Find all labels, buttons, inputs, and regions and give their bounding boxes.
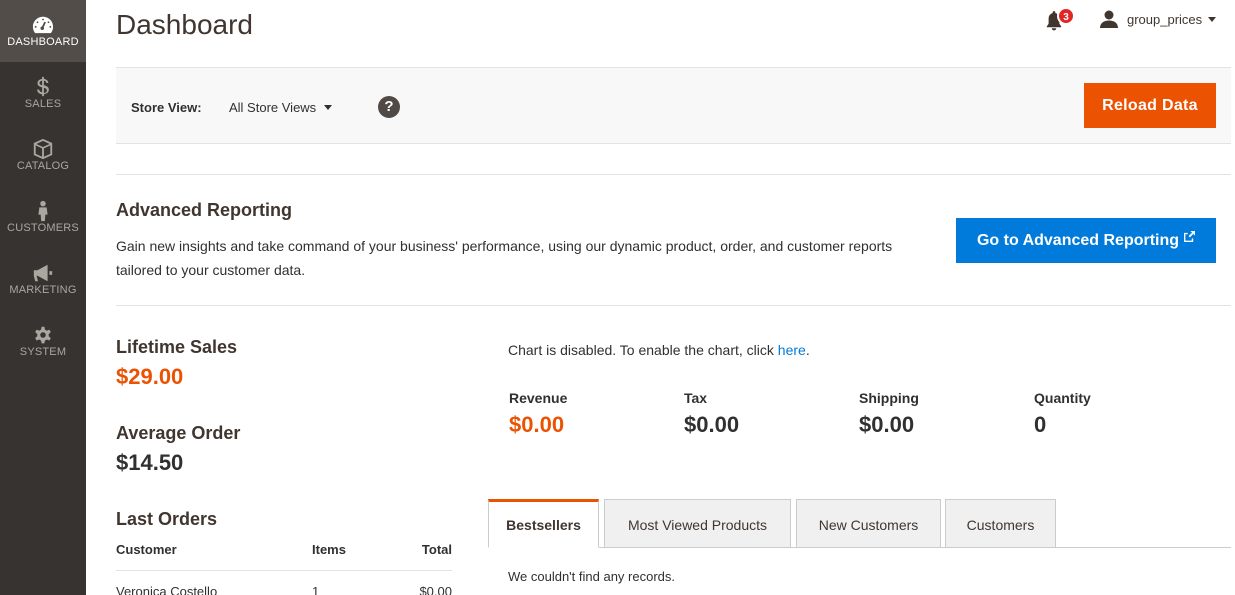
user-menu[interactable]: group_prices	[1099, 9, 1217, 29]
store-view-selected: All Store Views	[229, 100, 317, 115]
advanced-reporting-description: Gain new insights and take command of yo…	[116, 238, 893, 278]
column-header-customer: Customer	[116, 540, 312, 571]
store-view-bar: Store View: All Store Views ? Reload Dat…	[116, 67, 1231, 144]
chevron-down-icon	[324, 105, 333, 110]
store-view-label: Store View:	[131, 100, 202, 115]
enable-chart-link[interactable]: here	[778, 342, 806, 358]
notification-count-badge: 3	[1057, 7, 1075, 25]
nav-item-system[interactable]: SYSTEM	[0, 310, 86, 372]
last-orders-title: Last Orders	[116, 509, 218, 529]
lifetime-sales-value: $29.00	[116, 364, 184, 389]
nav-label: CUSTOMERS	[7, 222, 79, 234]
nav-item-sales[interactable]: SALES	[0, 62, 86, 124]
box-icon	[0, 124, 86, 160]
nav-label: DASHBOARD	[7, 36, 79, 48]
tab-new-customers[interactable]: New Customers	[796, 499, 941, 548]
divider	[116, 174, 1231, 175]
tab-customers[interactable]: Customers	[945, 499, 1056, 548]
table-row[interactable]: Veronica Costello 1 $0.00	[116, 570, 452, 595]
tax-total: Tax $0.00	[684, 390, 739, 438]
lifetime-sales-label: Lifetime Sales	[116, 337, 238, 357]
quantity-label: Quantity	[1034, 390, 1091, 406]
nav-item-dashboard[interactable]: DASHBOARD	[0, 0, 86, 62]
tax-label: Tax	[684, 390, 708, 406]
nav-item-customers[interactable]: CUSTOMERS	[0, 186, 86, 248]
order-customer: Veronica Costello	[116, 583, 218, 595]
table-header-row: Customer Items Total	[116, 540, 452, 571]
reload-data-button[interactable]: Reload Data	[1084, 83, 1216, 128]
advanced-reporting-title: Advanced Reporting	[116, 200, 293, 220]
nav-label: CATALOG	[16, 160, 70, 172]
average-order-value: $14.50	[116, 450, 184, 475]
column-header-total: Total	[392, 540, 452, 571]
average-order-label: Average Order	[116, 423, 241, 443]
nav-item-marketing[interactable]: MARKETING	[0, 248, 86, 310]
revenue-total: Revenue $0.00	[509, 390, 567, 438]
tab-most-viewed-products[interactable]: Most Viewed Products	[604, 499, 791, 548]
notifications-button[interactable]: 3	[1042, 7, 1075, 33]
shipping-value: $0.00	[859, 412, 915, 437]
quantity-total: Quantity 0	[1034, 390, 1091, 438]
divider	[116, 305, 1231, 306]
nav-label: MARKETING	[9, 284, 77, 296]
admin-sidebar: DASHBOARD SALES CATALOG CUSTOMERS MARKET…	[0, 0, 86, 595]
last-orders-table: Customer Items Total Veronica Costello 1…	[116, 540, 452, 595]
dashboard-tabs: Bestsellers Most Viewed Products New Cus…	[488, 499, 1231, 548]
revenue-label: Revenue	[509, 390, 568, 406]
nav-item-catalog[interactable]: CATALOG	[0, 124, 86, 186]
dashboard-icon	[0, 0, 86, 36]
order-items: 1	[312, 583, 320, 595]
dollar-icon	[0, 62, 86, 98]
help-icon[interactable]: ?	[378, 96, 400, 118]
page-title: Dashboard	[116, 9, 253, 40]
user-icon	[1100, 10, 1118, 28]
gear-icon	[0, 310, 86, 346]
chart-message-text: Chart is disabled. To enable the chart, …	[508, 342, 778, 358]
tax-value: $0.00	[684, 412, 740, 437]
order-total: $0.00	[419, 583, 452, 595]
chart-disabled-message: Chart is disabled. To enable the chart, …	[508, 342, 810, 358]
nav-label: SYSTEM	[19, 346, 67, 358]
megaphone-icon	[0, 248, 86, 284]
person-icon	[0, 186, 86, 222]
nav-label: SALES	[24, 98, 62, 110]
chevron-down-icon	[1208, 16, 1217, 22]
chart-message-suffix: .	[805, 342, 810, 358]
shipping-label: Shipping	[859, 390, 919, 406]
quantity-value: 0	[1034, 412, 1047, 437]
shipping-total: Shipping $0.00	[859, 390, 919, 438]
button-label: Go to Advanced Reporting	[976, 231, 1180, 249]
empty-records-message: We couldn't find any records.	[508, 569, 675, 584]
external-link-icon	[1184, 231, 1196, 242]
store-view-dropdown[interactable]: All Store Views	[229, 100, 333, 115]
revenue-value: $0.00	[509, 412, 565, 437]
go-to-advanced-reporting-button[interactable]: Go to Advanced Reporting	[956, 218, 1216, 263]
tab-bestsellers[interactable]: Bestsellers	[488, 499, 599, 548]
username: group_prices	[1127, 11, 1203, 27]
column-header-items: Items	[312, 540, 392, 571]
